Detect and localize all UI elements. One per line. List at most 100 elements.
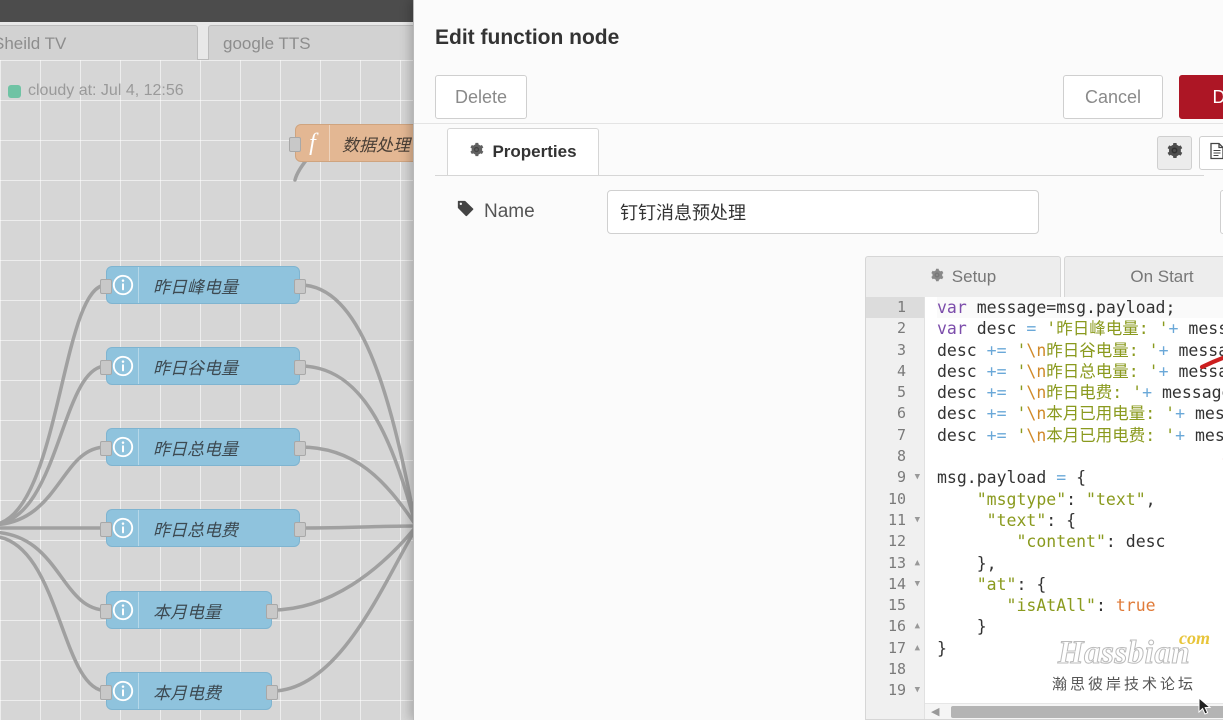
fold-up-icon[interactable]: ▲ bbox=[908, 553, 920, 574]
code-token: \n bbox=[1026, 383, 1047, 403]
code-line: desc += '\n昨日总电量: '+ message.yesterday_d… bbox=[937, 361, 1223, 382]
flow-node-monthly-fee[interactable]: 本月电费 bbox=[100, 672, 278, 710]
node-input-port[interactable] bbox=[100, 441, 112, 456]
code-token: message.yesterday_dianfei bbox=[1161, 383, 1223, 403]
delete-button[interactable]: Delete bbox=[435, 75, 527, 119]
description-button[interactable] bbox=[1199, 136, 1223, 170]
code-line: } bbox=[937, 616, 1223, 637]
gutter-line-number: 4 bbox=[896, 361, 906, 380]
gutter-line-number: 5 bbox=[896, 383, 906, 402]
tab-properties[interactable]: Properties bbox=[447, 128, 599, 176]
code-line: "msgtype": "text", bbox=[937, 489, 1223, 510]
done-button-label: Done bbox=[1212, 87, 1223, 108]
flow-node-monthly-energy[interactable]: 本月电量 bbox=[100, 591, 278, 629]
gear-icon bbox=[469, 142, 484, 162]
code-token: var bbox=[937, 319, 967, 339]
node-output-port[interactable] bbox=[266, 604, 278, 619]
settings-gear-button[interactable] bbox=[1157, 136, 1192, 170]
node-input-port[interactable] bbox=[100, 522, 112, 537]
flow-node-label: 数据处理 bbox=[342, 135, 410, 155]
fold-down-icon[interactable]: ▼ bbox=[908, 574, 920, 595]
code-tab-strip: Setup On Start On Message On Stop bbox=[865, 256, 1223, 298]
name-row: Name bbox=[435, 190, 1223, 236]
mouse-cursor-icon bbox=[1198, 697, 1212, 715]
code-token: message=msg.payload; bbox=[966, 298, 1176, 317]
code-token: : desc bbox=[1105, 532, 1166, 552]
code-token: : bbox=[1066, 489, 1087, 509]
flow-tab-label: Sheild TV bbox=[0, 33, 67, 53]
code-line: var message=msg.payload; bbox=[937, 297, 1223, 319]
code-line: "text": { bbox=[937, 510, 1223, 531]
code-token: ' bbox=[1016, 340, 1027, 360]
code-token: += bbox=[986, 340, 1007, 360]
code-line: "isAtAll": true bbox=[937, 595, 1223, 616]
code-token: desc bbox=[937, 361, 987, 381]
code-token: = bbox=[1056, 468, 1067, 488]
code-token: desc bbox=[937, 340, 987, 360]
node-output-port[interactable] bbox=[294, 441, 306, 456]
code-token: += bbox=[986, 404, 1007, 424]
gutter-line-number: 13 ▲ bbox=[866, 553, 924, 574]
code-token: + bbox=[1158, 340, 1169, 360]
fold-down-icon[interactable]: ▼ bbox=[908, 680, 920, 701]
node-output-port[interactable] bbox=[266, 685, 278, 700]
code-token: + bbox=[1168, 319, 1179, 339]
flow-node-yesterday-offpeak[interactable]: 昨日谷电量 bbox=[100, 347, 306, 385]
gutter-line-number: 10 bbox=[887, 489, 906, 508]
gutter-line-number: 18 bbox=[887, 660, 906, 679]
node-input-port[interactable] bbox=[100, 685, 112, 700]
tab-setup[interactable]: Setup bbox=[865, 256, 1061, 298]
name-input[interactable] bbox=[607, 190, 1039, 234]
gutter-line-number: 12 bbox=[887, 532, 906, 551]
flow-node-yesterday-total[interactable]: 昨日总电量 bbox=[100, 428, 306, 466]
code-token: += bbox=[986, 361, 1007, 381]
code-line: desc += '\n本月已用电量: '+ message.monthly_di… bbox=[937, 403, 1223, 424]
scrollbar-thumb[interactable] bbox=[951, 706, 1223, 718]
document-icon bbox=[1209, 142, 1223, 165]
flow-node-yesterday-fee[interactable]: 昨日总电费 bbox=[100, 509, 306, 547]
tab-properties-label: Properties bbox=[492, 142, 577, 161]
node-output-port[interactable] bbox=[294, 279, 306, 294]
node-output-port[interactable] bbox=[294, 360, 306, 375]
tab-on-start[interactable]: On Start bbox=[1064, 256, 1223, 298]
properties-tab-rule bbox=[435, 175, 1204, 176]
code-token: \n bbox=[1026, 340, 1047, 360]
flow-tab-sheild-tv[interactable]: Sheild TV bbox=[0, 25, 198, 61]
dialog-toolbar: Delete Cancel Done bbox=[414, 64, 1223, 124]
node-input-port[interactable] bbox=[100, 279, 112, 294]
scroll-left-arrow-icon[interactable]: ◀ bbox=[931, 706, 939, 718]
code-line: } bbox=[937, 638, 1223, 659]
done-button[interactable]: Done bbox=[1179, 75, 1223, 119]
function-f-icon: f bbox=[296, 125, 330, 161]
fold-up-icon[interactable]: ▲ bbox=[908, 616, 920, 637]
tag-icon bbox=[457, 200, 474, 223]
code-token: + bbox=[1175, 404, 1186, 424]
code-line: desc += '\n昨日谷电量: '+ message.yesterday_o… bbox=[937, 340, 1223, 361]
code-token: } bbox=[937, 638, 947, 658]
fold-down-icon[interactable]: ▼ bbox=[908, 510, 920, 531]
flow-node-yesterday-peak[interactable]: 昨日峰电量 bbox=[100, 266, 306, 304]
code-token: "text" bbox=[986, 510, 1047, 530]
node-input-port[interactable] bbox=[100, 604, 112, 619]
editor-code-area[interactable]: var message=msg.payload; var desc = '昨日峰电… bbox=[925, 297, 1223, 719]
node-input-port[interactable] bbox=[100, 360, 112, 375]
code-line: desc += '\n昨日电费: '+ message.yesterday_di… bbox=[937, 382, 1223, 403]
delete-button-label: Delete bbox=[454, 86, 508, 107]
node-output-port[interactable] bbox=[294, 522, 306, 537]
cancel-button[interactable]: Cancel bbox=[1063, 75, 1163, 119]
node-input-port[interactable] bbox=[289, 137, 301, 152]
code-editor[interactable]: 1 2 3 4 5 6 7 8 9 ▼ 10 11 ▼ 12 13 ▲ 14 ▼ 15 16 ▲ 17 ▲ 18 19 ▼ var… bbox=[865, 297, 1223, 720]
code-token: ' bbox=[1016, 383, 1027, 403]
editor-horizontal-scrollbar[interactable]: ◀ bbox=[925, 703, 1223, 719]
code-token: "text" bbox=[1086, 489, 1146, 509]
code-token: true bbox=[1115, 596, 1156, 616]
fold-up-icon[interactable]: ▲ bbox=[908, 638, 920, 659]
fold-down-icon[interactable]: ▼ bbox=[908, 467, 920, 488]
code-token: : { bbox=[1016, 574, 1047, 594]
flow-node-label: 本月电费 bbox=[153, 683, 221, 703]
